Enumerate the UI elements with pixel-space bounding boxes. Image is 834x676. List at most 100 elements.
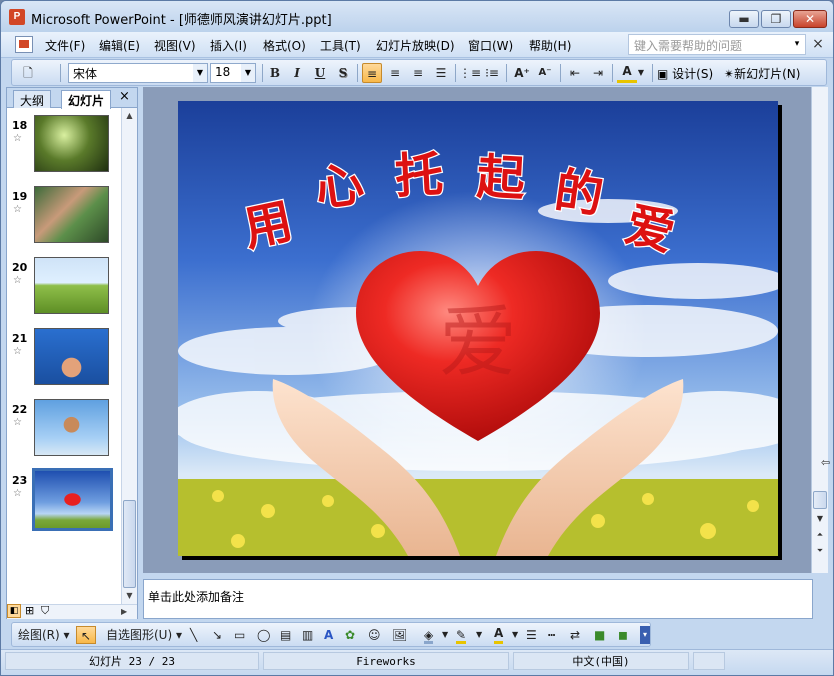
- menu-format[interactable]: 格式(O): [263, 37, 306, 54]
- align-center-icon[interactable]: ≡: [385, 63, 405, 83]
- toolbar-options-icon[interactable]: ▾: [640, 626, 650, 644]
- design-button[interactable]: ▣ 设计(S): [657, 65, 713, 82]
- restore-button[interactable]: ❐: [761, 10, 791, 28]
- current-slide[interactable]: 爱 用 心 托 起 的 爱: [178, 101, 778, 556]
- slide-thumbnail[interactable]: 20 ☆: [7, 257, 121, 323]
- scroll-right-icon[interactable]: ▶: [121, 605, 127, 619]
- font-color-icon[interactable]: A: [617, 63, 637, 83]
- oval-icon[interactable]: ◯: [257, 626, 270, 644]
- chevron-down-icon[interactable]: ▼: [241, 64, 255, 82]
- minimize-button[interactable]: ▬: [729, 10, 759, 28]
- scroll-down-icon[interactable]: ▼: [122, 588, 137, 603]
- star-icon: ☆: [13, 417, 22, 428]
- arrow-icon[interactable]: ↘: [212, 626, 222, 644]
- text-box-icon[interactable]: ▤: [280, 626, 291, 644]
- menu-file[interactable]: 文件(F): [45, 37, 85, 54]
- slide-thumbnail[interactable]: 21 ☆: [7, 328, 121, 394]
- font-name-select[interactable]: 宋体 ▼: [68, 63, 208, 83]
- font-size-select[interactable]: 18 ▼: [210, 63, 256, 83]
- menu-insert[interactable]: 插入(I): [210, 37, 247, 54]
- increase-indent-icon[interactable]: ⇥: [588, 63, 608, 83]
- notes-pane[interactable]: 单击此处添加备注: [143, 579, 813, 619]
- arrow-style-icon[interactable]: ⇄: [570, 626, 580, 644]
- clip-art-icon[interactable]: ☺: [368, 626, 381, 644]
- draw-menu-button[interactable]: 绘图(R) ▾: [18, 626, 70, 644]
- next-slide-icon[interactable]: ⏷: [812, 543, 828, 559]
- line-color-icon[interactable]: ✎: [456, 626, 467, 644]
- wordart-icon[interactable]: A: [324, 626, 333, 644]
- numbering-icon[interactable]: ⋮≡: [459, 63, 481, 83]
- align-left-icon[interactable]: ≡: [362, 63, 382, 83]
- powerpoint-app-icon[interactable]: P: [9, 9, 25, 25]
- heart-character: 爱: [439, 298, 517, 388]
- slide-thumbnail[interactable]: 22 ☆: [7, 399, 121, 465]
- picture-icon[interactable]: 🖼: [392, 626, 407, 644]
- align-right-icon[interactable]: ≡: [408, 63, 428, 83]
- chevron-down-icon[interactable]: ▼: [636, 63, 646, 83]
- slideshow-view-icon[interactable]: ⛉: [41, 604, 49, 618]
- slide-number: 22: [12, 403, 28, 416]
- menu-slideshow[interactable]: 幻灯片放映(D): [376, 37, 455, 54]
- tab-slides[interactable]: 幻灯片: [61, 90, 112, 109]
- vertical-text-box-icon[interactable]: ▥: [302, 626, 313, 644]
- line-icon[interactable]: ╲: [190, 626, 197, 644]
- close-document-button[interactable]: ×: [811, 36, 825, 52]
- menu-tools[interactable]: 工具(T): [320, 37, 361, 54]
- tab-outline[interactable]: 大纲: [13, 90, 52, 108]
- 3d-style-icon[interactable]: ◼: [618, 626, 628, 644]
- previous-slide-icon[interactable]: ⏶: [812, 527, 828, 543]
- slide-thumbnail[interactable]: 19 ☆: [7, 186, 121, 252]
- rectangle-icon[interactable]: ▭: [234, 626, 245, 644]
- thumbnail-scrollbar[interactable]: ▲ ▼: [121, 108, 137, 604]
- menu-view[interactable]: 视图(V): [154, 37, 196, 54]
- autoshapes-button[interactable]: 自选图形(U) ▾: [106, 626, 182, 644]
- bullets-icon[interactable]: ⁝≡: [482, 63, 502, 83]
- menu-edit[interactable]: 编辑(E): [99, 37, 140, 54]
- bold-button[interactable]: B: [265, 63, 285, 83]
- slide-number: 21: [12, 332, 28, 345]
- decrease-indent-icon[interactable]: ⇤: [565, 63, 585, 83]
- close-icon[interactable]: ×: [119, 89, 130, 104]
- scroll-up-icon[interactable]: ▲: [122, 108, 137, 123]
- fill-color-icon[interactable]: ◈: [424, 626, 434, 644]
- chevron-down-icon[interactable]: ▼: [512, 626, 518, 644]
- document-icon[interactable]: [15, 36, 33, 53]
- underline-button[interactable]: U: [310, 63, 330, 83]
- dash-style-icon[interactable]: ┅: [548, 626, 555, 644]
- design-template-name[interactable]: Fireworks: [263, 652, 509, 670]
- scrollbar-thumb[interactable]: [123, 500, 136, 588]
- select-pointer-icon[interactable]: ↖: [76, 626, 96, 644]
- shadow-button[interactable]: S: [333, 63, 353, 83]
- toolbar-separator: [60, 64, 61, 82]
- toolbar-separator: [357, 64, 358, 82]
- slide-number: 19: [12, 190, 28, 203]
- shadow-style-icon[interactable]: ■: [594, 626, 605, 644]
- line-style-icon[interactable]: ☰: [526, 626, 537, 644]
- slide-sorter-icon[interactable]: ⊞: [25, 604, 34, 617]
- font-color-icon[interactable]: A: [494, 626, 504, 644]
- justify-icon[interactable]: ☰: [431, 63, 451, 83]
- language-indicator: 中文(中国): [513, 652, 689, 670]
- decrease-font-icon[interactable]: A⁻: [535, 63, 555, 83]
- slide-thumbnail-selected[interactable]: 23 ☆: [7, 468, 121, 536]
- menu-window[interactable]: 窗口(W): [468, 37, 513, 54]
- slide-scrollbar[interactable]: ▼ ⏶ ⏷: [811, 87, 828, 573]
- chevron-down-icon[interactable]: ▼: [193, 64, 207, 82]
- help-search-input[interactable]: 键入需要帮助的问题: [628, 34, 806, 55]
- close-button[interactable]: ✕: [793, 10, 827, 28]
- chevron-down-icon[interactable]: ▾: [791, 37, 803, 51]
- diagram-icon[interactable]: ✿: [345, 626, 355, 644]
- scrollbar-thumb[interactable]: [813, 491, 827, 509]
- new-slide-button[interactable]: ✴新幻灯片(N): [724, 65, 800, 82]
- italic-button[interactable]: I: [287, 63, 307, 83]
- slide-thumbnail[interactable]: 18 ☆: [7, 115, 121, 181]
- menu-help[interactable]: 帮助(H): [529, 37, 571, 54]
- increase-font-icon[interactable]: A⁺: [512, 63, 532, 83]
- new-document-icon[interactable]: 🗋: [18, 63, 38, 83]
- font-name-value: 宋体: [73, 67, 98, 81]
- normal-view-icon[interactable]: ◧: [7, 604, 21, 618]
- chevron-down-icon[interactable]: ▼: [442, 626, 448, 644]
- chevron-down-icon[interactable]: ▼: [476, 626, 482, 644]
- draw-label: 绘图(R): [18, 628, 60, 642]
- scroll-down-icon[interactable]: ▼: [812, 511, 828, 527]
